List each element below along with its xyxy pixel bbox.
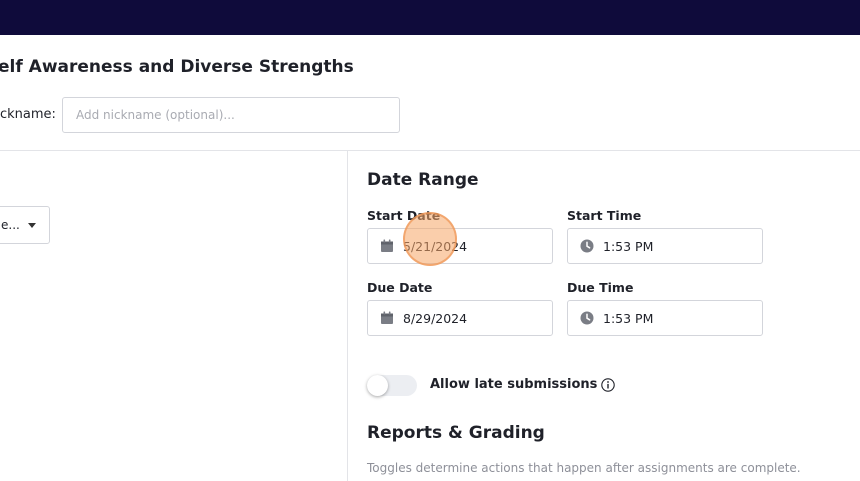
start-date-value: 5/21/2024	[403, 239, 468, 254]
assignment-title: elf Awareness and Diverse Strengths	[0, 57, 354, 77]
due-date-label: Due Date	[367, 280, 433, 295]
clock-icon	[580, 239, 594, 253]
clock-icon	[580, 311, 594, 325]
due-time-value: 1:53 PM	[603, 311, 654, 326]
nickname-input[interactable]	[62, 97, 400, 133]
due-date-field[interactable]: 8/29/2024	[367, 300, 553, 336]
nickname-label: ckname:	[0, 107, 56, 122]
due-time-field[interactable]: 1:53 PM	[567, 300, 763, 336]
start-time-label: Start Time	[567, 208, 642, 223]
column-divider	[347, 151, 348, 481]
calendar-icon	[381, 239, 393, 252]
caret-down-icon	[28, 223, 36, 228]
toggle-knob	[367, 375, 388, 396]
top-navigation-bar	[0, 0, 860, 35]
left-dropdown-select[interactable]: e...	[0, 206, 50, 244]
due-time-label: Due Time	[567, 280, 634, 295]
info-icon[interactable]	[601, 378, 615, 392]
start-time-field[interactable]: 1:53 PM	[567, 228, 763, 264]
late-submissions-label: Allow late submissions	[430, 377, 598, 392]
reports-hint-text: Toggles determine actions that happen af…	[367, 461, 801, 475]
start-date-field[interactable]: 5/21/2024	[367, 228, 553, 264]
late-submissions-toggle[interactable]	[367, 375, 417, 396]
start-time-value: 1:53 PM	[603, 239, 654, 254]
reports-grading-title: Reports & Grading	[367, 423, 545, 443]
section-divider	[0, 150, 860, 151]
start-date-label: Start Date	[367, 208, 441, 223]
calendar-icon	[381, 311, 393, 324]
left-dropdown-value: e...	[1, 218, 20, 232]
date-range-title: Date Range	[367, 170, 479, 190]
due-date-value: 8/29/2024	[403, 311, 468, 326]
